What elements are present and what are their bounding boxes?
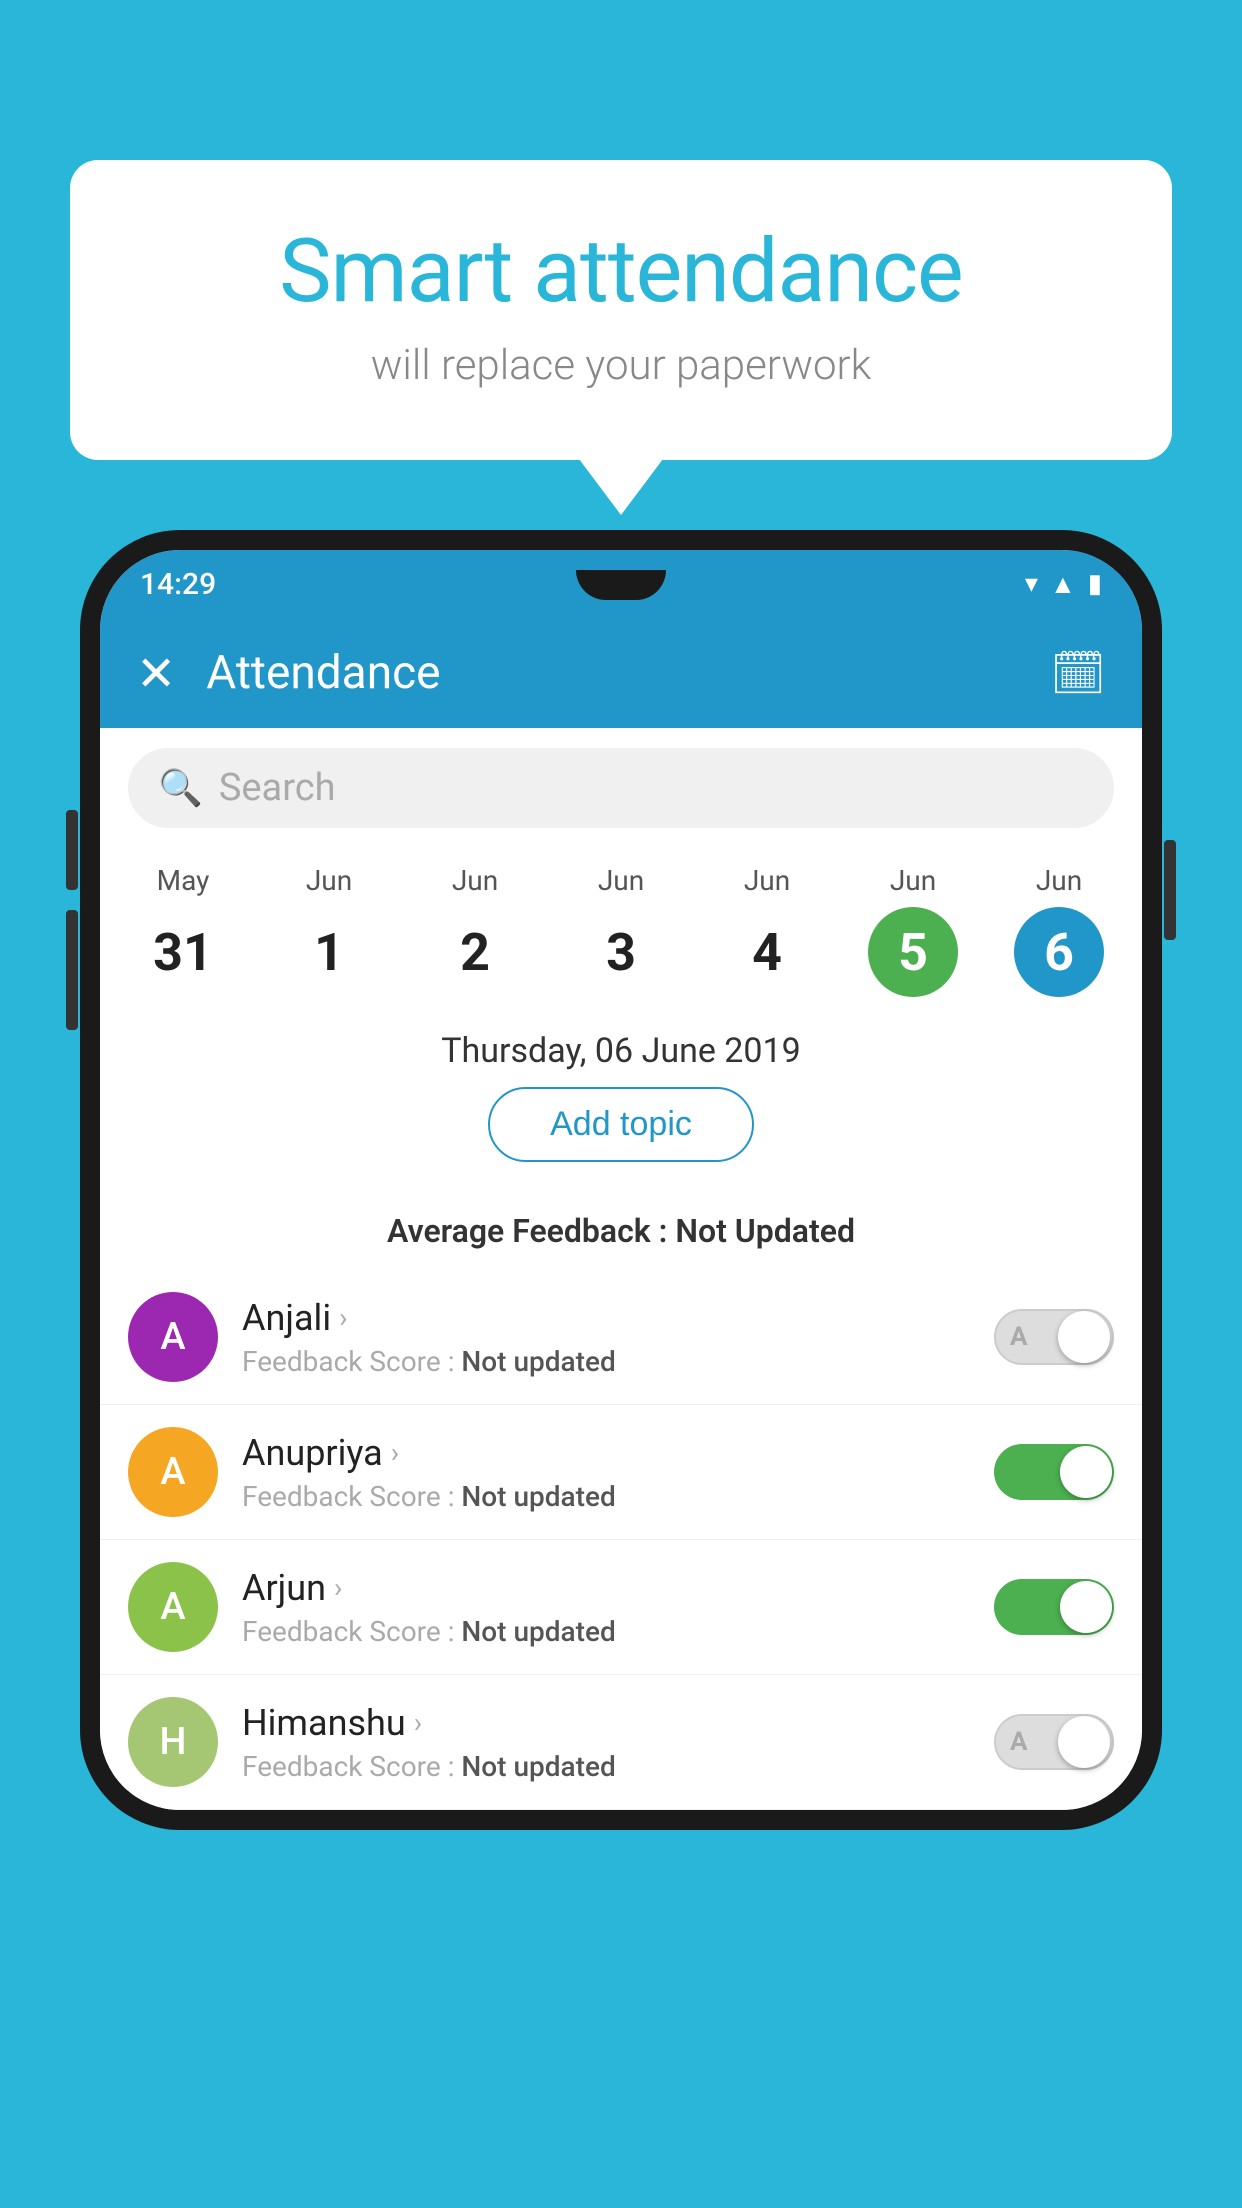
calendar-strip: May 31 Jun 1 Jun 2 Jun 3 Jun 4 Jun 5 Jun 6 [100,844,1142,1007]
date-label: Thursday, 06 June 2019 [100,1007,1142,1087]
toggle-label-0: A [1010,1322,1027,1352]
toggle-label-3: A [1010,1727,1027,1757]
student-item-0[interactable]: A Anjali › Feedback Score : Not updated A [100,1270,1142,1405]
toggle-knob-0 [1058,1311,1110,1363]
speech-bubble: Smart attendance will replace your paper… [70,160,1172,460]
calendar-day-1[interactable]: Jun 1 [264,864,394,997]
cal-date-4: 4 [722,907,812,997]
calendar-day-4[interactable]: Jun 4 [702,864,832,997]
chevron-icon-1: › [391,1436,399,1469]
student-name-0: Anjali › [242,1297,970,1339]
student-item-1[interactable]: A Anupriya › Feedback Score : Not updated P [100,1405,1142,1540]
avg-feedback: Average Feedback : Not Updated [100,1202,1142,1270]
chevron-icon-2: › [334,1571,342,1604]
cal-date-1: 1 [284,907,374,997]
student-name-2: Arjun › [242,1567,970,1609]
avatar-2: A [128,1562,218,1652]
calendar-day-5[interactable]: Jun 5 [848,864,978,997]
calendar-icon[interactable]: 🗓 [1050,647,1106,699]
student-name-3: Himanshu › [242,1702,970,1744]
cal-date-5: 5 [868,907,958,997]
student-info-3: Himanshu › Feedback Score : Not updated [242,1702,970,1783]
cal-month-2: Jun [452,864,498,897]
toggle-3[interactable]: A [994,1714,1114,1770]
power-button [1164,840,1176,940]
search-container: 🔍 Search [100,728,1142,844]
app-bar-title: Attendance [206,646,1050,700]
status-icons: ▾ ▲ ▮ [1025,569,1102,600]
avatar-1: A [128,1427,218,1517]
toggle-knob-2 [1060,1581,1112,1633]
avatar-0: A [128,1292,218,1382]
student-info-1: Anupriya › Feedback Score : Not updated [242,1432,970,1513]
feedback-score-3: Feedback Score : Not updated [242,1750,970,1783]
cal-month-5: Jun [890,864,936,897]
student-item-3[interactable]: H Himanshu › Feedback Score : Not updated A [100,1675,1142,1810]
cal-month-3: Jun [598,864,644,897]
chevron-icon-0: › [339,1301,347,1334]
vol-up-button [66,810,78,890]
avg-feedback-label: Average Feedback : [387,1212,675,1250]
toggle-knob-1 [1060,1446,1112,1498]
cal-date-0: 31 [138,907,228,997]
cal-date-6: 6 [1014,907,1104,997]
battery-icon: ▮ [1088,569,1102,599]
toggle-0[interactable]: A [994,1309,1114,1365]
speech-bubble-container: Smart attendance will replace your paper… [70,160,1172,460]
avg-feedback-value: Not Updated [675,1212,855,1250]
student-item-2[interactable]: A Arjun › Feedback Score : Not updated P [100,1540,1142,1675]
bubble-title: Smart attendance [140,220,1102,323]
calendar-day-2[interactable]: Jun 2 [410,864,540,997]
search-placeholder: Search [219,766,336,810]
signal-icon: ▲ [1050,569,1076,600]
cal-date-3: 3 [576,907,666,997]
search-bar[interactable]: 🔍 Search [128,748,1114,828]
status-time: 14:29 [140,567,216,602]
phone: 14:29 ▾ ▲ ▮ ✕ Attendance 🗓 🔍 Search [80,530,1162,1830]
toggle-knob-3 [1058,1716,1110,1768]
cal-month-0: May [157,864,210,897]
calendar-day-6[interactable]: Jun 6 [994,864,1124,997]
student-info-0: Anjali › Feedback Score : Not updated [242,1297,970,1378]
phone-screen: 14:29 ▾ ▲ ▮ ✕ Attendance 🗓 🔍 Search [100,550,1142,1810]
search-icon: 🔍 [158,767,203,809]
feedback-score-0: Feedback Score : Not updated [242,1345,970,1378]
toggle-2[interactable]: P [994,1579,1114,1635]
toggle-1[interactable]: P [994,1444,1114,1500]
feedback-score-2: Feedback Score : Not updated [242,1615,970,1648]
cal-month-4: Jun [744,864,790,897]
student-info-2: Arjun › Feedback Score : Not updated [242,1567,970,1648]
avatar-3: H [128,1697,218,1787]
cal-month-6: Jun [1036,864,1082,897]
student-list: AAnjali ›Feedback Score : Not updatedAAA… [100,1270,1142,1810]
bubble-subtitle: will replace your paperwork [140,341,1102,390]
add-topic-button[interactable]: Add topic [488,1087,754,1162]
calendar-day-3[interactable]: Jun 3 [556,864,686,997]
feedback-score-1: Feedback Score : Not updated [242,1480,970,1513]
phone-container: 14:29 ▾ ▲ ▮ ✕ Attendance 🗓 🔍 Search [80,530,1162,1830]
student-name-1: Anupriya › [242,1432,970,1474]
chevron-icon-3: › [414,1706,422,1739]
close-button[interactable]: ✕ [136,645,176,702]
wifi-icon: ▾ [1025,569,1038,599]
cal-month-1: Jun [306,864,352,897]
cal-date-2: 2 [430,907,520,997]
vol-down-button [66,910,78,1030]
app-bar: ✕ Attendance 🗓 [100,618,1142,728]
calendar-day-0[interactable]: May 31 [118,864,248,997]
